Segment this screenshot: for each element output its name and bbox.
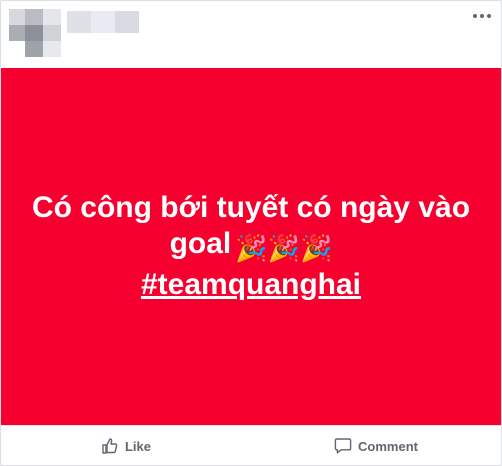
post-text: Có công bới tuyết có ngày vào goal 🎉🎉🎉 — [21, 190, 481, 266]
comment-button[interactable]: Comment — [251, 426, 501, 465]
avatar[interactable] — [9, 9, 63, 59]
thumbs-up-icon — [102, 438, 118, 454]
post-text-line1: Có công bới tuyết có ngày vào — [31, 190, 471, 224]
post-header — [1, 1, 501, 67]
post-content: Có công bới tuyết có ngày vào goal 🎉🎉🎉 #t… — [1, 68, 501, 425]
like-label: Like — [124, 438, 151, 454]
comment-label: Comment — [358, 438, 418, 454]
post-text-line2: goal — [169, 226, 232, 260]
post-card: Có công bới tuyết có ngày vào goal 🎉🎉🎉 #t… — [0, 0, 502, 466]
more-options-icon[interactable] — [473, 11, 491, 21]
post-actions: Like Comment — [1, 425, 501, 465]
party-popper-icon: 🎉🎉🎉 — [235, 232, 333, 263]
hashtag-link[interactable]: #teamquanghai — [141, 266, 361, 304]
author-name[interactable] — [67, 11, 139, 33]
speech-bubble-icon — [334, 438, 352, 454]
like-button[interactable]: Like — [1, 426, 251, 465]
